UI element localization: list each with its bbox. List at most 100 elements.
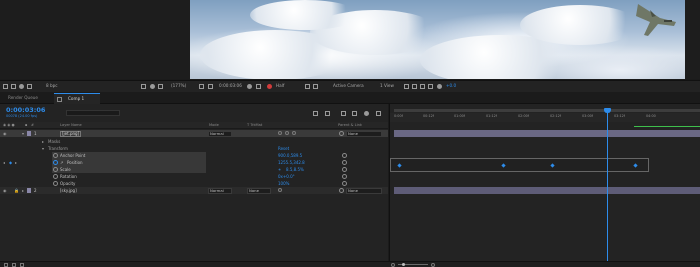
property-value[interactable]: 100%: [278, 181, 289, 186]
playhead-handle[interactable]: [604, 108, 611, 113]
zoom-dropdown[interactable]: (177%): [171, 83, 186, 88]
constrain-proportions-icon[interactable]: ⚭: [278, 167, 281, 172]
playhead-line[interactable]: [607, 108, 608, 261]
reset-link[interactable]: Reset: [278, 146, 289, 151]
grid-icon[interactable]: [11, 84, 16, 89]
reset-exposure-icon[interactable]: [437, 84, 442, 89]
expand-arrow-icon[interactable]: ▾: [22, 131, 24, 136]
parent-dropdown[interactable]: None: [346, 187, 382, 194]
label-color-swatch[interactable]: [27, 188, 31, 193]
pick-whip-icon[interactable]: [342, 153, 347, 158]
color-channel-icon[interactable]: [267, 84, 272, 89]
label-color-swatch[interactable]: [27, 131, 31, 136]
transparency-grid-icon[interactable]: [313, 84, 318, 89]
time-ruler[interactable]: 0:00f 00:12f 01:00f 01:12f 02:00f 02:12f…: [390, 113, 700, 122]
color-icon[interactable]: [150, 84, 155, 89]
camera-dropdown[interactable]: Active Camera: [333, 83, 364, 88]
property-row-opacity[interactable]: Opacity 100%: [0, 180, 388, 187]
resolution-dropdown[interactable]: Half: [276, 83, 284, 88]
zoom-out-icon[interactable]: [391, 263, 395, 267]
keyframe-1[interactable]: [397, 163, 402, 168]
work-area-bar[interactable]: [394, 109, 700, 112]
pick-whip-icon[interactable]: [342, 160, 347, 165]
stopwatch-icon[interactable]: [53, 167, 58, 172]
fast-previews-icon[interactable]: [412, 84, 417, 89]
property-row-position[interactable]: ◂ ◆ ▸ ↗ Position 1255.5,342.8: [0, 159, 388, 166]
pick-whip-icon[interactable]: [342, 181, 347, 186]
toggle-modes-icon[interactable]: [12, 263, 16, 267]
property-row-scale[interactable]: Scale ⚭ 8.5,8.5%: [0, 166, 388, 173]
flowchart-icon[interactable]: [428, 84, 433, 89]
layer-name[interactable]: [jet.png]: [60, 131, 82, 137]
mode-dropdown[interactable]: Normal: [208, 130, 232, 137]
motion-blur-icon[interactable]: [352, 111, 357, 116]
stopwatch-icon[interactable]: [53, 181, 58, 186]
region-icon[interactable]: [3, 84, 8, 89]
transform-group-row[interactable]: ▾ Transform Reset: [0, 145, 388, 152]
parent-dropdown[interactable]: None: [346, 130, 382, 137]
stopwatch-icon[interactable]: [53, 174, 58, 179]
timeline-track-panel[interactable]: 0:00f 00:12f 01:00f 01:12f 02:00f 02:12f…: [389, 104, 700, 261]
stopwatch-active-icon[interactable]: [53, 160, 58, 165]
position-graph-icon[interactable]: ↗: [60, 160, 63, 165]
toggle-switches-icon[interactable]: [4, 263, 8, 267]
prev-keyframe-icon[interactable]: ◂: [3, 160, 5, 165]
keyframe-3[interactable]: [550, 163, 555, 168]
next-keyframe-icon[interactable]: ▸: [15, 160, 17, 165]
layer-name-header[interactable]: Layer Name: [60, 123, 82, 128]
property-row-rotation[interactable]: Rotation 0x+0.0°: [0, 173, 388, 180]
pick-whip-icon[interactable]: [342, 167, 347, 172]
channel-icon[interactable]: [141, 84, 146, 89]
add-keyframe-icon[interactable]: ◆: [9, 160, 12, 165]
zoom-in-icon[interactable]: [431, 263, 435, 267]
camera-snapshot-icon[interactable]: [247, 84, 252, 89]
view-layout-dropdown[interactable]: 1 View: [380, 83, 394, 88]
label-column-icon[interactable]: ▪: [25, 123, 27, 128]
property-row-anchor-point[interactable]: Anchor Point 900.0,589.5: [0, 152, 388, 159]
composition-frame[interactable]: [190, 0, 685, 79]
visibility-eye-icon[interactable]: ◉: [3, 131, 7, 136]
property-value[interactable]: 8.5,8.5%: [286, 167, 304, 172]
expand-arrow-icon[interactable]: ▸: [42, 139, 44, 144]
parent-header[interactable]: Parent & Link: [338, 123, 362, 128]
layer-name[interactable]: [sky.jpg]: [60, 188, 77, 193]
layer-row-1[interactable]: ◉ ▾ 1 [jet.png] Normal None: [0, 130, 388, 137]
property-value[interactable]: 900.0,589.5: [278, 153, 302, 158]
transparency-icon[interactable]: [208, 84, 213, 89]
layer-row-2[interactable]: ◉ 🔒 ▸ 2 [sky.jpg] Normal None None: [0, 187, 388, 194]
fit-icon[interactable]: [199, 84, 204, 89]
trkmat-dropdown[interactable]: None: [247, 187, 271, 194]
frame-blending-icon[interactable]: [341, 111, 346, 116]
keyframe-4[interactable]: [633, 163, 638, 168]
layer-search-input[interactable]: [66, 110, 120, 116]
layer-1-duration-bar[interactable]: [394, 130, 700, 137]
keyframe-2[interactable]: [501, 163, 506, 168]
toggle-pixel-aspect-icon[interactable]: [404, 84, 409, 89]
toggle-render-time-icon[interactable]: [20, 263, 24, 267]
draft-3d-icon[interactable]: [313, 111, 318, 116]
property-value[interactable]: 1255.5,342.8: [278, 160, 305, 165]
tab-render-queue[interactable]: Render Queue: [8, 95, 38, 100]
close-icon[interactable]: [57, 97, 62, 102]
bit-depth-label[interactable]: 8 bpc: [46, 83, 58, 88]
snapshot-icon[interactable]: [19, 84, 24, 89]
av-features-icon[interactable]: ◉ ◉ ●: [3, 123, 15, 128]
layer-2-duration-bar[interactable]: [394, 187, 700, 194]
safe-zones-icon[interactable]: [158, 84, 163, 89]
visibility-eye-icon[interactable]: ◉: [3, 188, 7, 193]
property-value[interactable]: 0x+0.0°: [278, 174, 295, 179]
comp-flowchart-icon[interactable]: [376, 111, 381, 116]
time-zoom-knob[interactable]: [402, 263, 405, 266]
mask-icon[interactable]: [27, 84, 32, 89]
switch-collapse-icon[interactable]: [285, 131, 289, 135]
switch-shy-icon[interactable]: [278, 131, 282, 135]
graph-editor-icon[interactable]: [364, 111, 369, 116]
pick-whip-icon[interactable]: [339, 188, 344, 193]
timeline-icon[interactable]: [420, 84, 425, 89]
mode-dropdown[interactable]: Normal: [208, 187, 232, 194]
lock-icon[interactable]: 🔒: [14, 188, 19, 193]
mode-header[interactable]: Mode: [209, 123, 219, 128]
stopwatch-icon[interactable]: [53, 153, 58, 158]
exposure-value[interactable]: +0.0: [446, 83, 456, 88]
pick-whip-icon[interactable]: [339, 131, 344, 136]
